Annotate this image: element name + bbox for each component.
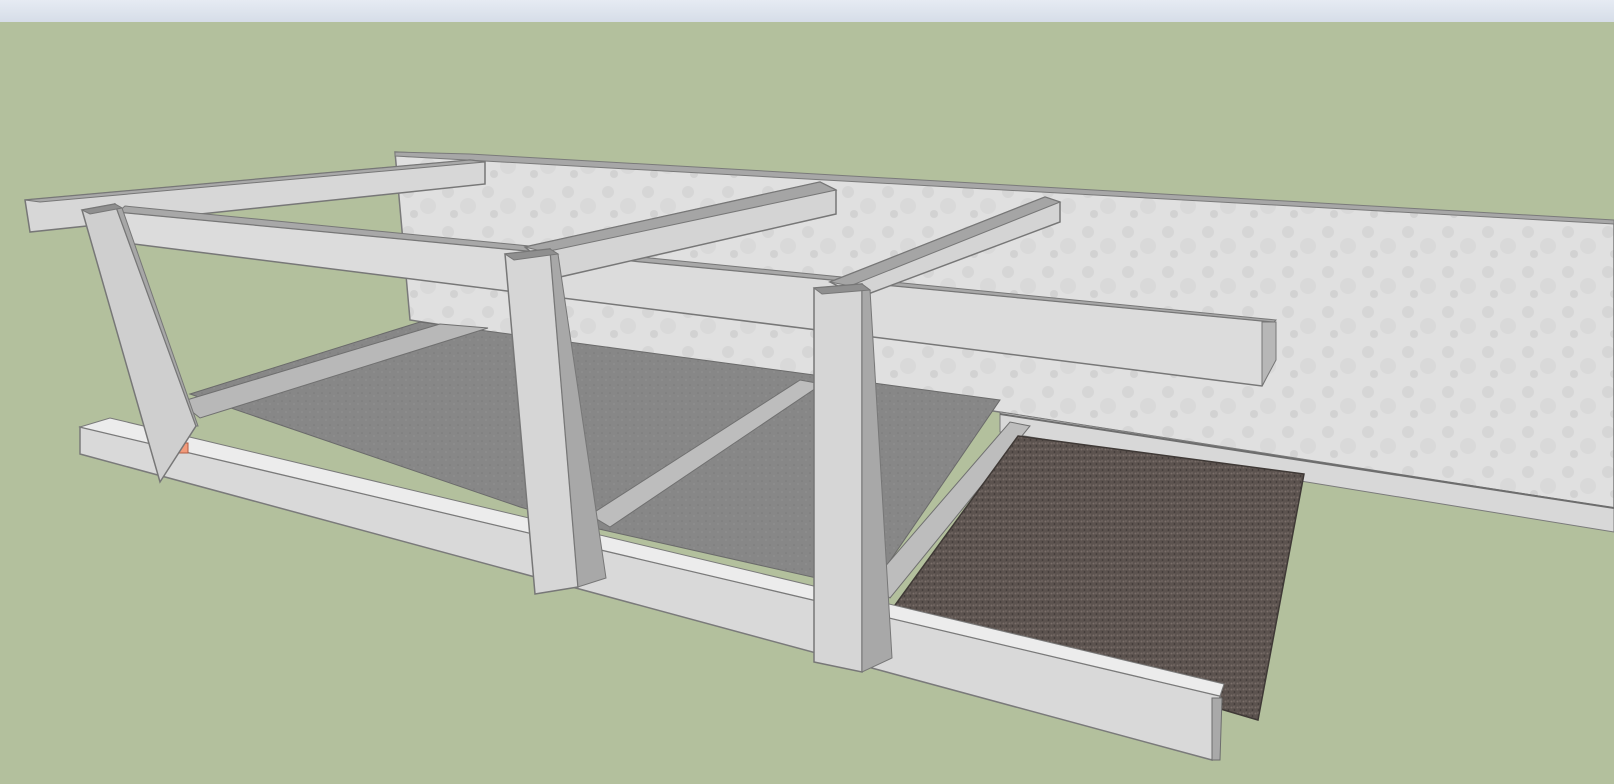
3d-viewport[interactable] [0, 22, 1614, 784]
3d-scene[interactable] [0, 22, 1614, 784]
top-toolbar-strip [0, 0, 1614, 23]
modeling-app-window [0, 0, 1614, 784]
